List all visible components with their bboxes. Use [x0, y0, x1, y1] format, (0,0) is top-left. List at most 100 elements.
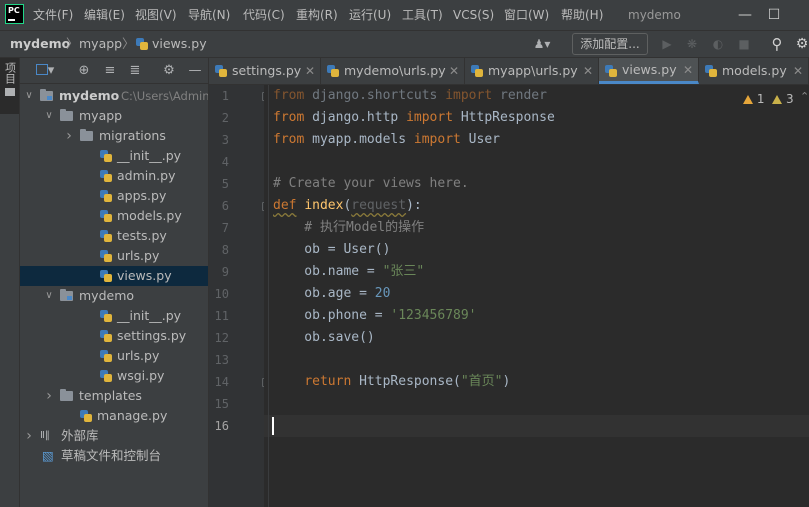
chevron-down-icon[interactable]: ∨ — [24, 86, 34, 106]
editor-tab[interactable]: settings.py ✕ — [209, 58, 321, 84]
code-line[interactable]: ob.phone = '123456789' — [273, 305, 476, 327]
tree-item[interactable]: views.py — [20, 266, 208, 286]
python-file-icon — [705, 65, 717, 77]
gear-icon[interactable]: ⚙ — [160, 62, 178, 80]
menu-item[interactable]: 工具(T) — [402, 0, 443, 30]
menu-item[interactable]: 运行(U) — [349, 0, 391, 30]
close-icon[interactable]: ✕ — [683, 58, 693, 82]
menu-item[interactable]: VCS(S) — [453, 0, 494, 30]
tree-item[interactable]: › migrations — [20, 126, 208, 146]
tree-item-path: C:\Users\Admin — [121, 89, 210, 103]
breadcrumb-folder[interactable]: myapp — [79, 31, 122, 57]
chevron-right-icon[interactable]: › — [44, 386, 54, 406]
locate-file-icon[interactable]: ⊕ — [75, 62, 93, 80]
weak-warning-count: 3 — [785, 92, 794, 106]
tree-item[interactable]: › templates — [20, 386, 208, 406]
run-icon[interactable]: ▶ — [658, 35, 676, 53]
python-file-icon — [327, 65, 339, 77]
collapse-all-icon[interactable]: ≣ — [126, 62, 144, 80]
tree-item[interactable]: __init__.py — [20, 146, 208, 166]
tree-item[interactable]: wsgi.py — [20, 366, 208, 386]
code-line[interactable]: ob = User() — [273, 239, 390, 261]
title-bar: PC 文件(F) 编辑(E) 视图(V) 导航(N) 代码(C) 重构(R) 运行(U) 工具… — [0, 0, 809, 30]
tab-label: models.py — [722, 63, 787, 78]
project-tool-tab[interactable]: 项目 — [0, 58, 19, 114]
menu-item[interactable]: 文件(F) — [33, 0, 73, 30]
hide-panel-icon[interactable]: — — [186, 62, 204, 80]
close-icon[interactable]: ✕ — [583, 58, 593, 84]
chevron-down-icon[interactable]: ∨ — [44, 286, 54, 306]
breadcrumb-project[interactable]: mydemo — [10, 31, 70, 57]
minimize-button[interactable]: — — [730, 0, 760, 30]
tree-item-label: wsgi.py — [117, 368, 165, 383]
menu-item[interactable]: 窗口(W) — [504, 0, 549, 30]
coverage-icon[interactable]: ◐ — [709, 35, 727, 53]
search-icon[interactable]: ⚲ — [768, 35, 786, 53]
tree-item[interactable]: settings.py — [20, 326, 208, 346]
code-line[interactable]: # 执行Model的操作 — [273, 217, 424, 239]
navigation-bar: mydemo 〉 myapp 〉 views.py ♟▾ 添加配置... ▶ ❋… — [0, 30, 809, 58]
code-line[interactable]: from django.http import HttpResponse — [273, 107, 555, 129]
user-icon[interactable]: ♟▾ — [530, 35, 554, 53]
chevron-right-icon[interactable]: › — [24, 426, 34, 446]
stop-icon[interactable]: ■ — [735, 35, 753, 53]
code-line[interactable]: # Create your views here. — [273, 173, 469, 195]
code-line[interactable]: from myapp.models import User — [273, 129, 500, 151]
breadcrumb-separator: 〉 — [122, 36, 135, 51]
tree-item[interactable]: models.py — [20, 206, 208, 226]
tree-item[interactable]: apps.py — [20, 186, 208, 206]
code-line[interactable]: return HttpResponse("首页") — [273, 371, 510, 393]
python-file-icon — [80, 410, 92, 422]
code-line[interactable]: ob.save() — [273, 327, 374, 349]
python-file-icon — [100, 350, 112, 362]
tree-item[interactable]: ∨ myapp — [20, 106, 208, 126]
menu-item[interactable]: 导航(N) — [188, 0, 230, 30]
add-configuration-button[interactable]: 添加配置... — [572, 33, 648, 55]
tree-item[interactable]: ∨ mydemo — [20, 286, 208, 306]
inspection-widget[interactable]: 1 3 — [743, 90, 794, 108]
tree-item[interactable]: __init__.py — [20, 306, 208, 326]
close-icon[interactable]: ✕ — [793, 58, 803, 84]
current-line-highlight — [264, 415, 809, 437]
menu-item[interactable]: 帮助(H) — [561, 0, 603, 30]
line-number: 8 — [221, 243, 229, 257]
tree-item[interactable]: ∨ mydemo C:\Users\Admin — [20, 86, 210, 106]
line-number: 9 — [221, 265, 229, 279]
menu-item[interactable]: 重构(R) — [296, 0, 338, 30]
menu-item[interactable]: 编辑(E) — [84, 0, 125, 30]
tree-item[interactable]: manage.py — [20, 406, 208, 426]
code-line[interactable]: from django.shortcuts import render — [273, 85, 547, 107]
line-number: 4 — [221, 155, 229, 169]
tree-item[interactable]: urls.py — [20, 246, 208, 266]
code-line[interactable]: ob.age = 20 — [273, 283, 390, 305]
python-file-icon — [100, 170, 112, 182]
line-number: 15 — [214, 397, 229, 411]
chevron-right-icon[interactable]: › — [64, 126, 74, 146]
menu-item[interactable]: 代码(C) — [243, 0, 285, 30]
folder-icon — [80, 129, 93, 141]
settings-icon[interactable]: ⚙ — [793, 35, 809, 53]
tree-item[interactable]: ▧ 草稿文件和控制台 — [20, 446, 208, 466]
expand-all-icon[interactable]: ≡ — [101, 62, 119, 80]
close-icon[interactable]: ✕ — [305, 58, 315, 84]
editor-tab[interactable]: views.py ✕ — [599, 58, 699, 84]
editor-tab[interactable]: mydemo\urls.py ✕ — [321, 58, 465, 84]
tree-item[interactable]: › Ⅱ‖ 外部库 — [20, 426, 208, 446]
breadcrumb-file[interactable]: views.py — [152, 31, 207, 57]
debug-icon[interactable]: ❋ — [683, 35, 701, 53]
code-line[interactable]: ob.name = "张三" — [273, 261, 424, 283]
menu-item[interactable]: 视图(V) — [135, 0, 177, 30]
tree-item[interactable]: tests.py — [20, 226, 208, 246]
chevron-up-icon[interactable]: ⌃ — [800, 90, 809, 103]
editor-tab[interactable]: models.py ✕ — [699, 58, 809, 84]
editor-tab[interactable]: myapp\urls.py ✕ — [465, 58, 599, 84]
view-mode-dropdown-icon[interactable]: ▾ — [32, 62, 58, 80]
line-number: 3 — [221, 133, 229, 147]
tree-item-label: migrations — [99, 128, 166, 143]
close-icon[interactable]: ✕ — [449, 58, 459, 84]
chevron-down-icon[interactable]: ∨ — [44, 106, 54, 126]
tree-item[interactable]: urls.py — [20, 346, 208, 366]
maximize-button[interactable]: ☐ — [759, 0, 789, 30]
tree-item[interactable]: admin.py — [20, 166, 208, 186]
code-line[interactable]: def index(request): — [273, 195, 422, 217]
